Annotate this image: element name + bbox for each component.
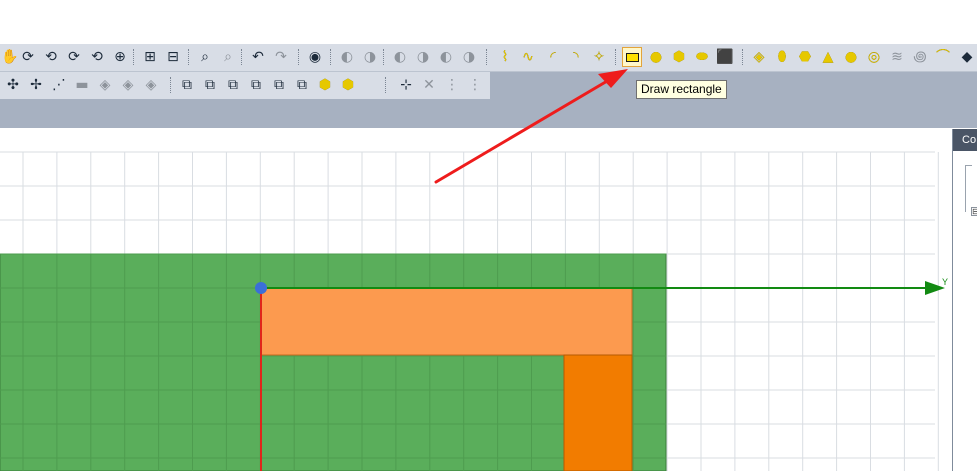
toolbar-row-edit-boolean: ✣ ✢ ⋰ ▬ ◈ ◈ ◈ ⧉ ⧉ ⧉ ⧉ ⧉ ⧉ ⬢ ⬢ ⊹ ✕ ⋮ ⋮: [0, 72, 490, 99]
project-tree-lines: [965, 165, 972, 212]
toolbar-separator: [615, 49, 617, 65]
edit-scale-icon[interactable]: ◈: [95, 75, 115, 95]
toolbar-separator: [486, 49, 488, 65]
view-eye-icon[interactable]: ◉: [305, 47, 325, 67]
toolbar-separator: [742, 49, 744, 65]
draw-helix-icon[interactable]: ≋: [887, 47, 907, 67]
boolean-subtract-icon[interactable]: ⧉: [200, 75, 220, 95]
draw-box-icon[interactable]: ◈: [749, 47, 769, 67]
boolean-sweep-icon[interactable]: ⬢: [315, 75, 335, 95]
draw-line-icon[interactable]: ⌇: [495, 47, 515, 67]
edit-mirror-icon[interactable]: ⋰: [49, 75, 69, 95]
panel-title: Co: [953, 129, 977, 151]
zoom-window-icon[interactable]: ⊞: [140, 47, 160, 67]
zoom-previous-icon[interactable]: ⌕: [218, 47, 238, 67]
draw-circle-icon[interactable]: ●: [646, 47, 666, 67]
edit-move-icon[interactable]: ✣: [3, 75, 23, 95]
toolbar-separator: [188, 49, 190, 65]
redo-view-icon[interactable]: ↷: [271, 47, 291, 67]
rotate-view-4-icon[interactable]: ⟲: [87, 47, 107, 67]
boolean-unite-icon[interactable]: ⧉: [177, 75, 197, 95]
trace-rectangle[interactable]: [260, 287, 633, 356]
toolbar-separator: [385, 77, 387, 93]
edit-offset-icon[interactable]: ◈: [118, 75, 138, 95]
edit-sweep-icon[interactable]: ◈: [141, 75, 161, 95]
draw-region-icon[interactable]: ⬛: [715, 47, 735, 67]
coordinate-object-icon[interactable]: ⋮: [465, 75, 485, 95]
render-1-icon[interactable]: ◐: [337, 47, 357, 67]
draw-sphere-icon[interactable]: ●: [841, 47, 861, 67]
pan-hand-icon[interactable]: ✋: [0, 47, 20, 67]
draw-rectangle-icon[interactable]: [622, 47, 642, 67]
draw-equation-icon[interactable]: ✧: [589, 47, 609, 67]
draw-regular-polyhedron-icon[interactable]: ⬣: [795, 47, 815, 67]
toolbar-separator: [330, 49, 332, 65]
toolbar-empty-strip: [0, 100, 977, 128]
zoom-extents-icon[interactable]: ⊕: [110, 47, 130, 67]
draw-spiral-icon[interactable]: ꩜: [910, 47, 930, 67]
toolbar-separator: [241, 49, 243, 65]
feed-stub-rectangle[interactable]: [563, 354, 633, 471]
rotate-view-1-icon[interactable]: ⟳: [18, 47, 38, 67]
boolean-split-icon[interactable]: ⧉: [246, 75, 266, 95]
draw-cone-icon[interactable]: ▲: [818, 47, 838, 67]
draw-torus-icon[interactable]: ◎: [864, 47, 884, 67]
draw-arc-icon[interactable]: ◜: [543, 47, 563, 67]
modeler-3d-viewport[interactable]: Y: [0, 129, 950, 471]
coordinate-create-icon[interactable]: ⊹: [396, 75, 416, 95]
draw-cylinder-icon[interactable]: ⬮: [772, 47, 792, 67]
zoom-icon[interactable]: ⌕: [195, 47, 215, 67]
render-6-icon[interactable]: ◑: [459, 47, 479, 67]
coordinate-delete-icon[interactable]: ✕: [419, 75, 439, 95]
toolbar-separator: [170, 77, 172, 93]
edit-array-icon[interactable]: ▬: [72, 75, 92, 95]
more-tools-icon[interactable]: ◆: [957, 47, 977, 67]
toolbar-separator: [383, 49, 385, 65]
boolean-imprint-icon[interactable]: ⧉: [269, 75, 289, 95]
draw-arc-2-icon[interactable]: ◝: [566, 47, 586, 67]
toolbar-separator: [298, 49, 300, 65]
project-manager-panel: Co ⊟: [952, 129, 977, 471]
boolean-separate-icon[interactable]: ⧉: [292, 75, 312, 95]
draw-ellipse-icon[interactable]: ⬬: [692, 47, 712, 67]
rectangle-glyph-icon: [625, 52, 639, 62]
zoom-out-box-icon[interactable]: ⊟: [163, 47, 183, 67]
title-area: [0, 0, 977, 44]
boolean-thicken-icon[interactable]: ⬢: [338, 75, 358, 95]
render-4-icon[interactable]: ◑: [413, 47, 433, 67]
rotate-view-3-icon[interactable]: ⟳: [64, 47, 84, 67]
coordinate-face-icon[interactable]: ⋮: [442, 75, 462, 95]
rotate-view-2-icon[interactable]: ⟲: [41, 47, 61, 67]
tree-collapse-icon[interactable]: ⊟: [971, 207, 977, 216]
render-3-icon[interactable]: ◐: [390, 47, 410, 67]
render-5-icon[interactable]: ◐: [436, 47, 456, 67]
origin-marker[interactable]: [255, 282, 267, 294]
toolbar-separator: [133, 49, 135, 65]
render-2-icon[interactable]: ◑: [360, 47, 380, 67]
viewport-scene[interactable]: Y: [0, 129, 950, 471]
undo-view-icon[interactable]: ↶: [248, 47, 268, 67]
draw-bondwire-icon[interactable]: ⌒: [933, 47, 953, 67]
toolbar-row-draw-view: ✋ ⟳ ⟲ ⟳ ⟲ ⊕ ⊞ ⊟ ⌕ ⌕ ↶ ↷ ◉ ◐ ◑ ◐ ◑ ◐ ◑ ⌇ ∿ ◜ ◝ ✧ ● ⬢ ⬬ ⬛ ◈ ⬮ ⬣ ▲ ● ◎ ≋ ꩜ ⌒ ◆: [0, 44, 977, 72]
draw-polygon-icon[interactable]: ⬢: [669, 47, 689, 67]
draw-rectangle-tooltip: Draw rectangle: [636, 80, 727, 99]
draw-spline-icon[interactable]: ∿: [518, 47, 538, 67]
y-axis-label: Y: [942, 277, 948, 287]
edit-rotate-icon[interactable]: ✢: [26, 75, 46, 95]
boolean-intersect-icon[interactable]: ⧉: [223, 75, 243, 95]
